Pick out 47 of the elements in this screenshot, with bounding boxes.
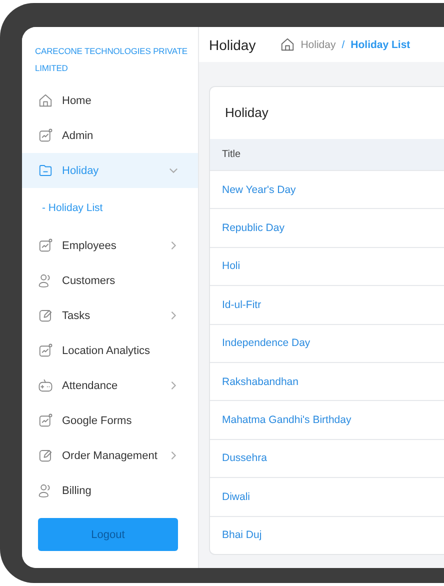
chart-icon [38,238,53,253]
column-header: Title [210,139,444,170]
sidebar-item[interactable]: Attendance [22,368,198,403]
chart-icon [38,128,53,143]
sidebar-item[interactable]: Location Analytics [22,333,198,368]
gamepad-icon [38,378,53,393]
date-title-link[interactable]: Diwali [222,490,250,503]
sidebar-item[interactable]: Customers [22,263,198,298]
chevron-down-icon [169,166,178,175]
date-title-link[interactable]: Mahatma Gandhi's Birthday [222,414,352,426]
date-title-link[interactable]: Id-ul-Fitr [222,298,262,311]
breadcrumb-link[interactable]: Holiday [300,38,336,50]
users-icon [38,483,53,498]
chevron-right-icon [169,451,178,460]
sidebar-item[interactable]: Holiday [22,153,198,188]
date-title-link[interactable]: Holi [222,260,240,272]
breadcrumb-separator: / [342,38,345,50]
sidebar-item[interactable]: Admin [22,118,198,153]
chevron-right-icon [169,311,178,320]
date-title-link[interactable]: Bhai Duj [222,529,262,542]
sidebar-item[interactable]: Employees [22,228,198,263]
sidebar-item[interactable]: Billing [22,473,198,508]
chevron-right-icon [169,241,178,250]
date-title-link[interactable]: Dussehra [222,452,267,464]
home-icon [280,37,295,52]
breadcrumb-link[interactable]: Holiday List [350,38,410,50]
date-title-link[interactable]: Republic Day [222,222,284,234]
logout-button[interactable]: Logout [38,518,178,551]
sidebar-item[interactable]: Home [22,83,198,118]
card-title: Holiday [224,104,270,122]
sidebar-item[interactable]: Google Forms [22,403,198,438]
date-title-link[interactable]: New Year's Day [222,184,296,196]
submenu-item[interactable]: - Holiday List [22,188,198,228]
sidebar-item[interactable]: Tasks [22,298,198,333]
chart-icon [38,343,53,358]
date-title-link[interactable]: Rakshabandhan [222,376,298,388]
users-icon [38,273,53,288]
chart-icon [38,413,53,428]
edit-icon [38,308,53,323]
chevron-right-icon [169,381,178,390]
sidebar-item[interactable]: Order Management [22,438,198,473]
date-title-link[interactable]: Independence Day [222,337,310,350]
home-icon [38,93,53,108]
edit-icon [38,448,53,463]
page-title: Holiday [209,36,256,52]
folder-icon [38,163,53,178]
company-name: CARECONE TECHNOLOGIES PRIVATE LIMITED [35,45,188,75]
